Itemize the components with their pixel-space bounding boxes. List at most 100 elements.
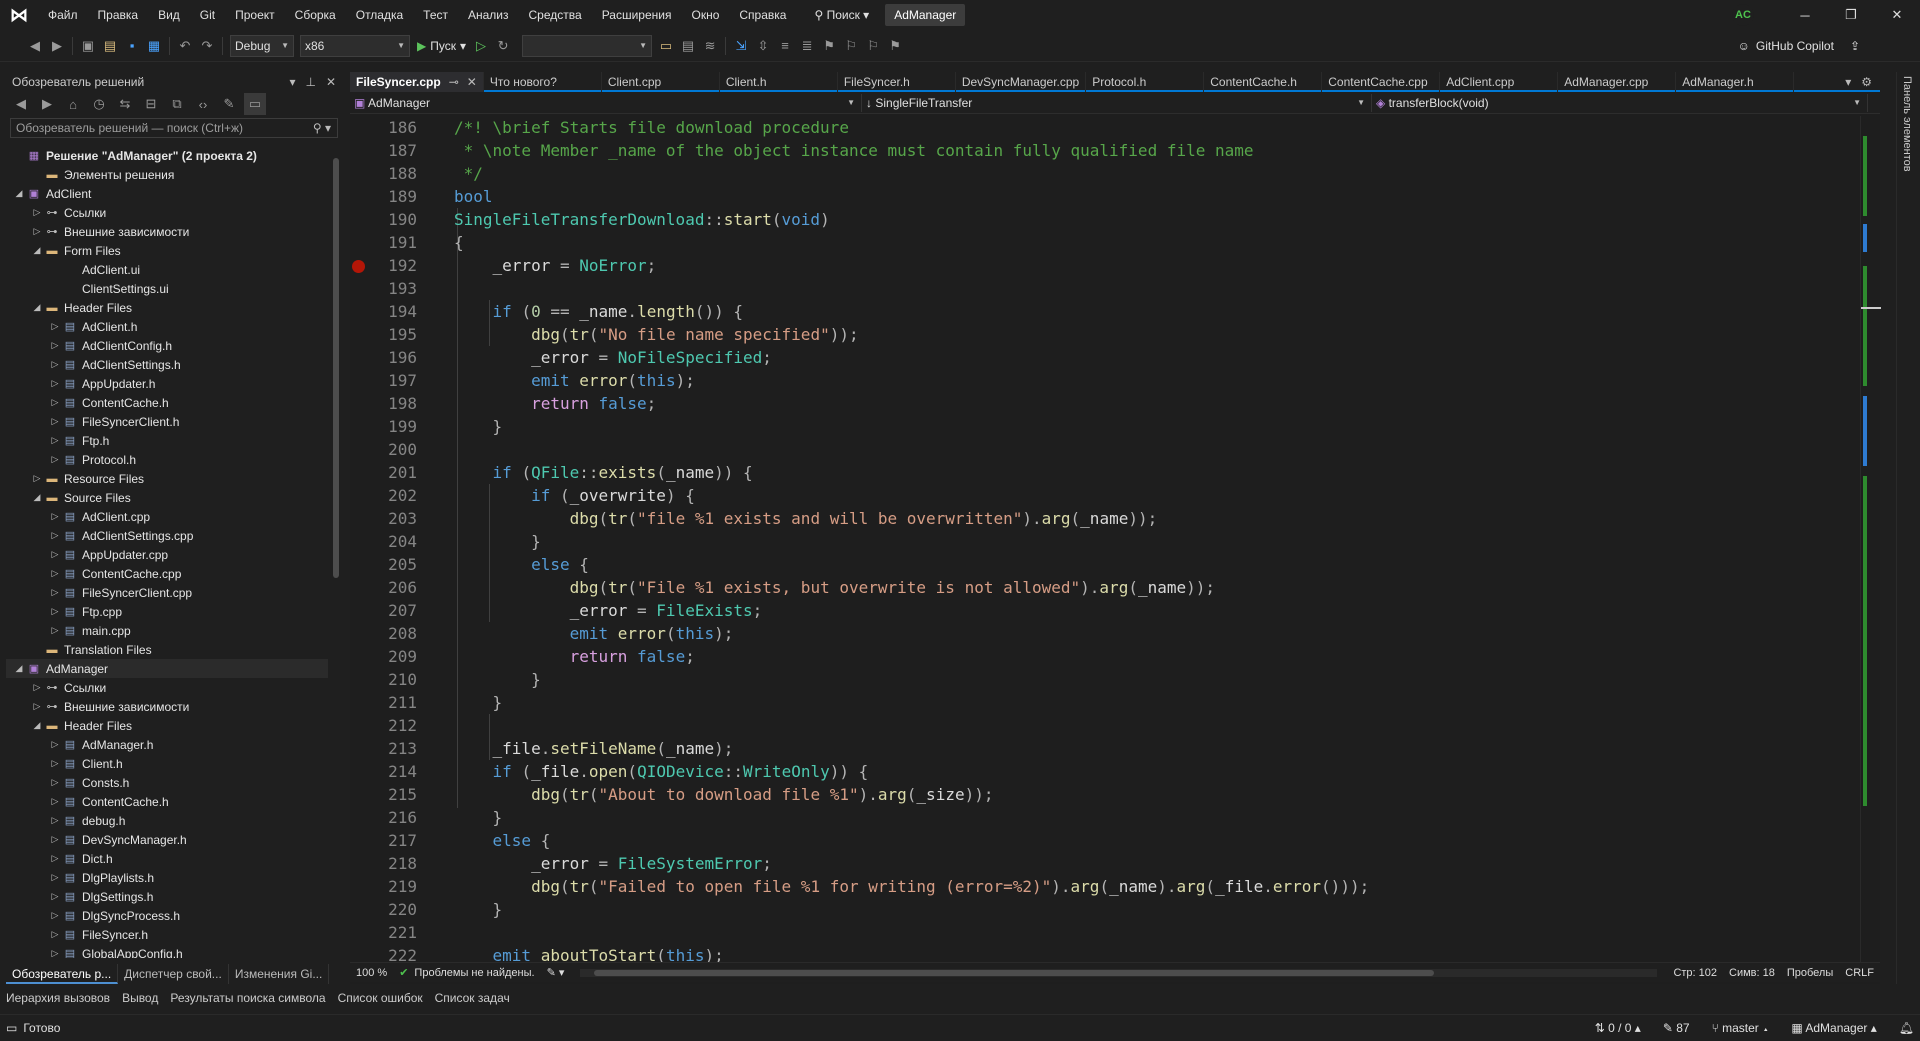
clear-bookmarks-icon[interactable]: ⚑	[884, 35, 906, 57]
tree-item[interactable]: AdClient.ui	[6, 260, 328, 279]
menu-item-1[interactable]: Правка	[88, 0, 149, 30]
tree-item[interactable]: ClientSettings.ui	[6, 279, 328, 298]
expand-arrow-icon[interactable]: ▷	[48, 891, 62, 902]
expand-arrow-icon[interactable]: ▷	[48, 435, 62, 446]
expand-arrow-icon[interactable]: ▷	[48, 739, 62, 750]
expand-arrow-icon[interactable]: ▷	[48, 853, 62, 864]
expand-arrow-icon[interactable]: ◢	[30, 302, 44, 313]
tree-item[interactable]: ▬ Элементы решения	[6, 165, 328, 184]
expand-arrow-icon[interactable]: ▷	[48, 568, 62, 579]
tree-item[interactable]: ▷ ▤ AdClientConfig.h	[6, 336, 328, 355]
tree-item[interactable]: ◢ ▣ AdClient	[6, 184, 328, 203]
code-text-area[interactable]: 186 /*! \brief Starts file download proce…	[350, 116, 1880, 965]
uncomment-icon[interactable]: ≣	[796, 35, 818, 57]
expand-arrow-icon[interactable]: ▷	[48, 834, 62, 845]
expand-arrow-icon[interactable]: ▷	[30, 207, 44, 218]
tree-item[interactable]: ▷ ▤ AdClient.h	[6, 317, 328, 336]
forward-icon[interactable]: ▶	[36, 93, 58, 115]
expand-arrow-icon[interactable]: ▷	[48, 606, 62, 617]
prev-bookmark-icon[interactable]: ⚐	[840, 35, 862, 57]
new-project-icon[interactable]: ▣	[77, 35, 99, 57]
tree-item[interactable]: ▷ ▤ Consts.h	[6, 773, 328, 792]
next-bookmark-icon[interactable]: ⚐	[862, 35, 884, 57]
bottom-tab-3[interactable]: Список ошибок	[332, 988, 429, 1008]
tree-item[interactable]: ▷ ▬ Resource Files	[6, 469, 328, 488]
start-debugging-button[interactable]: ▶ Пуск ▾	[417, 39, 466, 53]
expand-arrow-icon[interactable]: ▷	[30, 473, 44, 484]
col-indicator[interactable]: Симв: 18	[1723, 963, 1781, 983]
forward-icon[interactable]: ▶	[46, 35, 68, 57]
comment-icon[interactable]: ≡	[774, 35, 796, 57]
menu-item-4[interactable]: Проект	[225, 0, 285, 30]
layout-icon[interactable]: ▤	[677, 35, 699, 57]
pin-icon[interactable]: ⊥	[305, 72, 315, 92]
member-dropdown[interactable]: ◈ transferBlock(void) ▼	[1372, 93, 1868, 112]
undo-icon[interactable]: ↶	[174, 35, 196, 57]
document-tab[interactable]: AdClient.cpp	[1440, 72, 1559, 92]
git-repo[interactable]: ▦ AdManager ▴	[1791, 1021, 1876, 1035]
tab-list-icon[interactable]: ▾	[1845, 72, 1851, 90]
sidebar-tab-2[interactable]: Изменения Gi...	[229, 964, 330, 984]
document-tab[interactable]: AdManager.h	[1676, 72, 1795, 92]
expand-arrow-icon[interactable]: ▷	[48, 378, 62, 389]
git-branch[interactable]: ⑂ master ▴	[1712, 1021, 1770, 1035]
tree-item[interactable]: ▷ ▤ AdManager.h	[6, 735, 328, 754]
menu-item-9[interactable]: Средства	[519, 0, 592, 30]
tree-item[interactable]: ▷ ▤ DevSyncManager.h	[6, 830, 328, 849]
tree-item[interactable]: ▷ ▤ Client.h	[6, 754, 328, 773]
expand-arrow-icon[interactable]: ▷	[30, 701, 44, 712]
document-tab[interactable]: Protocol.h	[1086, 72, 1205, 92]
tree-item[interactable]: ▷ ▤ AdClient.cpp	[6, 507, 328, 526]
tree-item[interactable]: ▷ ▤ AdClientSettings.h	[6, 355, 328, 374]
document-tab[interactable]: Client.h	[720, 72, 838, 92]
expand-arrow-icon[interactable]: ▷	[48, 625, 62, 636]
tree-item[interactable]: ▷ ⊶ Ссылки	[6, 678, 328, 697]
document-tab[interactable]: Client.cpp	[602, 72, 720, 92]
folder-icon[interactable]: ▭	[655, 35, 677, 57]
tree-item[interactable]: ▷ ▤ DlgPlaylists.h	[6, 868, 328, 887]
menu-item-10[interactable]: Расширения	[592, 0, 682, 30]
git-updown[interactable]: ⇅ 0 / 0 ▴	[1595, 1021, 1641, 1035]
tree-item[interactable]: ▷ ▤ debug.h	[6, 811, 328, 830]
tree-item[interactable]: ▬ Translation Files	[6, 640, 328, 659]
eol-indicator[interactable]: CRLF	[1839, 963, 1880, 983]
bookmark-icon[interactable]: ⚑	[818, 35, 840, 57]
expand-arrow-icon[interactable]: ◢	[30, 245, 44, 256]
hot-reload-icon[interactable]: ↻	[492, 35, 514, 57]
tree-item[interactable]: ▷ ▤ Protocol.h	[6, 450, 328, 469]
tree-item[interactable]: ▷ ▤ FileSyncer.h	[6, 925, 328, 944]
menu-item-0[interactable]: Файл	[38, 0, 88, 30]
expand-arrow-icon[interactable]: ▷	[48, 796, 62, 807]
tree-item[interactable]: ▷ ▤ ContentCache.cpp	[6, 564, 328, 583]
close-tab-icon[interactable]: ✕	[467, 75, 477, 89]
tree-item[interactable]: ▷ ▤ DlgSyncProcess.h	[6, 906, 328, 925]
configuration-select[interactable]: Debug ▼	[230, 34, 294, 57]
document-tab[interactable]: AdManager.cpp	[1558, 72, 1677, 92]
bottom-tab-1[interactable]: Вывод	[116, 988, 164, 1008]
toolbox-label[interactable]: Панель элементов	[1901, 76, 1913, 172]
menu-item-7[interactable]: Тест	[413, 0, 458, 30]
horizontal-scrollbar[interactable]	[580, 968, 1658, 977]
search-menu[interactable]: ⚲ Поиск ▾	[804, 0, 879, 30]
expand-arrow-icon[interactable]: ▷	[48, 929, 62, 940]
scope-dropdown[interactable]: ↓ SingleFileTransfer ▼	[862, 93, 1372, 112]
expand-arrow-icon[interactable]: ▷	[48, 511, 62, 522]
expand-arrow-icon[interactable]: ▷	[30, 226, 44, 237]
tree-item[interactable]: ▷ ▤ ContentCache.h	[6, 393, 328, 412]
redo-icon[interactable]: ↷	[196, 35, 218, 57]
document-tab[interactable]: ContentCache.h	[1204, 72, 1323, 92]
tree-item[interactable]: ▷ ▤ main.cpp	[6, 621, 328, 640]
collapse-all-icon[interactable]: ⊟	[140, 93, 162, 115]
expand-arrow-icon[interactable]: ◢	[12, 663, 26, 674]
expand-arrow-icon[interactable]: ◢	[12, 188, 26, 199]
bottom-tab-4[interactable]: Список задач	[429, 988, 516, 1008]
close-icon[interactable]: ✕	[1874, 0, 1920, 30]
sidebar-tab-0[interactable]: Обозреватель р...	[6, 964, 119, 984]
expand-arrow-icon[interactable]: ▷	[48, 758, 62, 769]
tree-item[interactable]: ▷ ▤ Dict.h	[6, 849, 328, 868]
expand-arrow-icon[interactable]: ▷	[48, 359, 62, 370]
save-icon[interactable]: ▪	[121, 35, 143, 57]
visual-studio-logo-icon[interactable]: ⋈	[0, 0, 38, 30]
expand-arrow-icon[interactable]: ▷	[48, 587, 62, 598]
minimize-icon[interactable]: ─	[1782, 0, 1828, 30]
